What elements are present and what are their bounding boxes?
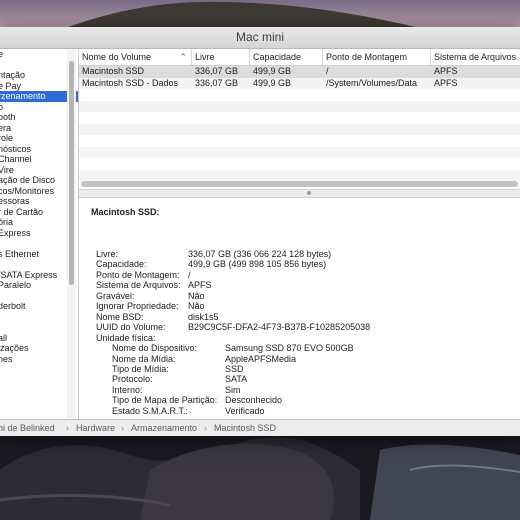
- column-header-capacity[interactable]: Capacidade: [250, 49, 323, 65]
- table-cell: /: [326, 66, 329, 76]
- breadcrumb-item[interactable]: Armazenamento: [131, 420, 197, 436]
- column-label: Nome do Volume: [82, 52, 152, 62]
- detail-key: Interno:: [112, 384, 143, 395]
- detail-value: SATA: [225, 374, 248, 385]
- pane-splitter[interactable]: [79, 189, 520, 198]
- detail-value: APFS: [188, 280, 212, 291]
- table-row: [79, 169, 520, 181]
- detail-key: Nome da Mídia:: [112, 353, 176, 364]
- table-row: [79, 135, 520, 147]
- detail-value: Verificado: [225, 405, 265, 416]
- column-label: Capacidade: [253, 52, 302, 62]
- detail-value: AppleAPFSMedia: [225, 353, 297, 364]
- sidebar-scroll-thumb[interactable]: [69, 61, 74, 285]
- detail-key: Protocolo:: [112, 374, 153, 385]
- table-cell: Macintosh SSD: [82, 66, 145, 76]
- table-cell: APFS: [434, 66, 458, 76]
- table-row[interactable]: Macintosh SSD 336,07 GB 499,9 GB / APFS: [79, 66, 520, 78]
- table-cell: Macintosh SSD - Dados: [82, 77, 179, 88]
- table-row: [79, 123, 520, 135]
- chevron-right-icon: ›: [204, 423, 207, 433]
- column-label: Sistema de Arquivos: [434, 52, 517, 62]
- detail-value: SSD: [225, 363, 244, 374]
- detail-key: Tipo de Mídia:: [112, 363, 169, 374]
- breadcrumb-item[interactable]: Macintosh SSD: [214, 420, 276, 436]
- chevron-right-icon: ›: [121, 423, 124, 433]
- column-header-volume-name[interactable]: Nome do Volume ⌃: [79, 49, 192, 65]
- detail-title: Macintosh SSD:: [91, 207, 160, 217]
- volume-table: Macintosh SSD 336,07 GB 499,9 GB / APFS Macin…: [79, 66, 520, 186]
- table-row: [79, 158, 520, 170]
- table-cell: 499,9 GB: [253, 77, 292, 88]
- column-label: Livre: [195, 52, 215, 62]
- detail-key: Tipo de Mapa de Partição:: [112, 395, 218, 406]
- column-header-mount-point[interactable]: Ponto de Montagem: [323, 49, 431, 65]
- detail-key: Ponto de Montagem:: [96, 269, 180, 280]
- window-title: Mac mini: [0, 27, 520, 49]
- table-row: [79, 89, 520, 101]
- detail-value: disk1s5: [188, 311, 219, 322]
- table-cell: 499,9 GB: [253, 66, 292, 76]
- breadcrumb-item[interactable]: ini de Belinked: [0, 420, 55, 436]
- detail-value: /: [188, 269, 191, 280]
- detail-value: Não: [188, 290, 205, 301]
- table-row: [79, 146, 520, 158]
- column-header-free[interactable]: Livre: [192, 49, 250, 65]
- detail-value: Não: [188, 301, 205, 312]
- table-cell: 336,07 GB: [195, 77, 239, 88]
- detail-value: 499,9 GB (499 898 105 856 bytes): [188, 259, 327, 270]
- detail-key: Gravável:: [96, 290, 135, 301]
- table-row[interactable]: Macintosh SSD - Dados 336,07 GB 499,9 GB/S…: [79, 77, 520, 89]
- detail-pane: Macintosh SSD: Livre: 336,07 GB (336 066 …: [79, 198, 520, 419]
- detail-key: Capacidade:: [96, 259, 147, 270]
- table-row: [79, 112, 520, 124]
- chevron-up-icon: ⌃: [179, 52, 187, 62]
- column-header-file-system[interactable]: Sistema de Arquivos: [431, 49, 520, 65]
- table-horizontal-scrollbar[interactable]: [81, 181, 518, 187]
- detail-value: Desconhecido: [225, 395, 283, 406]
- detail-value: Samsung SSD 870 EVO 500GB: [225, 343, 354, 354]
- detail-value: Sim: [225, 384, 241, 395]
- detail-key: Unidade física:: [96, 332, 156, 343]
- content-pane: Nome do Volume ⌃ Livre Capacidade Ponto …: [79, 49, 520, 419]
- table-cell: APFS: [434, 77, 458, 88]
- detail-key: Nome BSD:: [96, 311, 144, 322]
- detail-value: 336,07 GB (336 066 224 128 bytes): [188, 249, 332, 259]
- chevron-right-icon: ›: [66, 423, 69, 433]
- detail-key: Sistema de Arquivos:: [96, 280, 181, 291]
- detail-key: UUID do Volume:: [96, 322, 166, 333]
- table-header: Nome do Volume ⌃ Livre Capacidade Ponto …: [79, 49, 520, 66]
- table-row: [79, 100, 520, 112]
- breadcrumb: ini de Belinked › Hardware › Armazenamento › M…: [0, 419, 520, 436]
- detail-value: B29C9C5F-DFA2-4F73-B37B-F10285205038: [188, 322, 371, 333]
- detail-key: Ignorar Propriedade:: [96, 301, 179, 312]
- detail-key: Livre:: [96, 249, 119, 259]
- detail-key: Estado S.M.A.R.T.:: [112, 405, 189, 416]
- system-information-window: Mac mini entaçãoe Payrzenamentooootherar…: [0, 27, 520, 436]
- column-label: Ponto de Montagem: [326, 52, 408, 62]
- splitter-handle-icon[interactable]: [307, 191, 311, 195]
- table-cell: 336,07 GB: [195, 66, 239, 76]
- table-cell: /System/Volumes/Data: [326, 77, 418, 88]
- detail-key: Nome do Dispositivo:: [112, 343, 198, 354]
- breadcrumb-item[interactable]: Hardware: [76, 420, 115, 436]
